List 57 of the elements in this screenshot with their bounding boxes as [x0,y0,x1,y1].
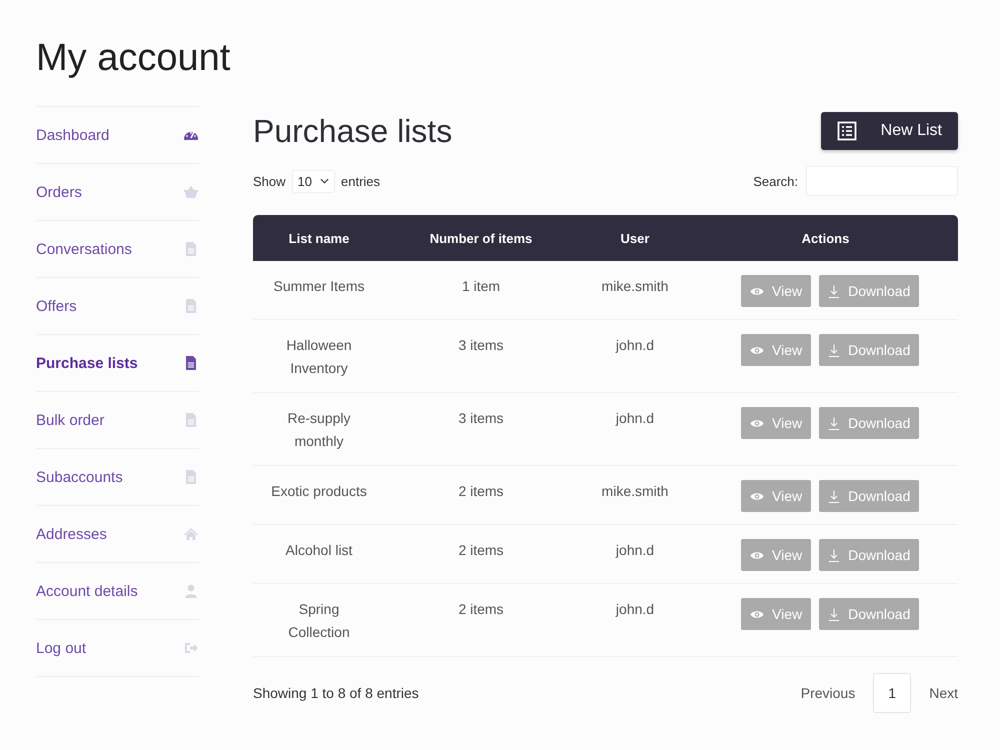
column-header: List name [253,215,385,261]
column-header: Number of items [385,215,577,261]
previous-link[interactable]: Previous [800,685,856,701]
table-cell-text: Halloween Inventory [285,336,353,378]
table-cell: mike.smith [602,483,668,499]
table-cell-text: Re-supply monthly [286,409,352,451]
eye-icon [750,550,764,560]
table-cell: 2 items [458,601,504,617]
sidebar-item[interactable]: Orders [36,164,199,221]
table-cell-text: Alcohol list [286,541,352,560]
sidebar-item[interactable]: Offers [36,278,199,335]
table-cell: 3 items [458,410,504,426]
table-cell: 3 items [458,337,504,353]
next-link[interactable]: Next [929,685,958,701]
sidebar-item[interactable]: Account details [36,563,199,620]
page-title: My account [36,36,232,81]
eye-icon [750,344,764,356]
eye-icon [750,608,764,620]
eye-icon [750,490,764,502]
table-cell-text: Spring Collection [287,600,351,642]
table-cell: john.d [616,410,654,426]
new-list-button[interactable]: New List [820,112,958,150]
table-cell-text: Exotic products [271,482,367,501]
download-icon [828,416,840,430]
column-header: Actions [693,215,958,261]
page-button[interactable]: 1 [873,673,912,713]
download-icon [828,606,840,622]
table-cell: 2 items [458,483,504,499]
table-cell: john.d [616,601,654,617]
download-icon [828,284,840,298]
sidebar-item[interactable]: Dashboard [36,107,199,164]
chevron-down-icon [320,178,329,184]
list-icon [836,121,857,141]
sidebar-item[interactable]: Log out [36,620,199,677]
entries-dropdown[interactable]: 10 [292,170,335,192]
table-cell: mike.smith [602,278,668,294]
sidebar-item[interactable]: Conversations [36,221,199,278]
table-cell: 2 items [458,542,504,558]
sidebar-item[interactable]: Purchase lists [36,335,199,392]
eye-icon [750,286,764,296]
column-header: User [577,215,693,261]
table-cell: 1 item [462,278,500,294]
show-label: Show [253,174,286,188]
sidebar-item[interactable]: Subaccounts [36,449,199,506]
sidebar-item[interactable]: Addresses [36,506,199,563]
table-cell-text: Summer Items [273,277,364,296]
table-info: Showing 1 to 8 of 8 entries [253,685,419,701]
download-icon [828,342,840,358]
sidebar-item[interactable]: Bulk order [36,392,199,449]
entries-label: entries [341,174,380,188]
section-heading: Purchase lists [253,112,452,150]
download-icon [828,548,840,562]
table-cell: john.d [616,337,654,353]
eye-icon [750,418,764,428]
table-cell: john.d [616,542,654,558]
download-icon [828,488,840,504]
search-label: Search: [753,174,798,188]
